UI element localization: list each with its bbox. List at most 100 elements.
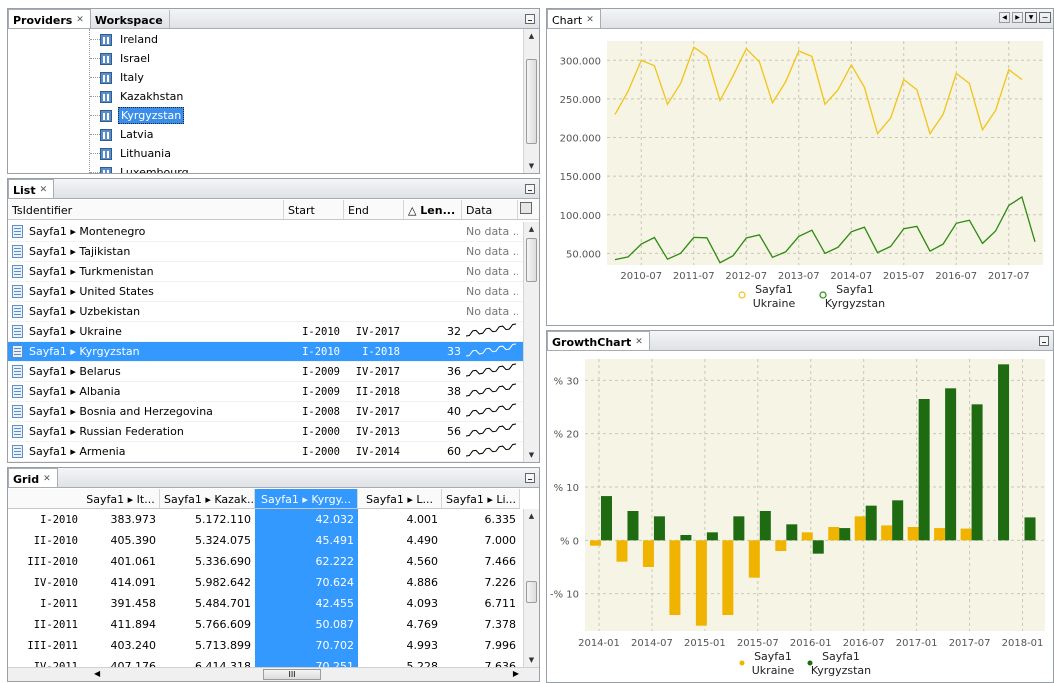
grid-cell[interactable]: 391.458 — [82, 597, 160, 610]
grid-scrollbar[interactable]: ▲ ▼ — [523, 509, 539, 667]
grid-cell[interactable]: 70.624 — [255, 572, 358, 593]
tab-growthchart[interactable]: GrowthChart ✕ — [547, 331, 650, 350]
grid-cell[interactable]: 383.973 — [82, 513, 160, 526]
hscroll-thumb[interactable]: III — [263, 669, 321, 680]
col-data[interactable]: Data — [462, 200, 518, 219]
grid-cell[interactable]: 403.240 — [82, 639, 160, 652]
column-chooser-icon[interactable] — [518, 200, 536, 219]
list-row[interactable]: Sayfa1 ▸ Armenia I-2000 IV-2014 60 — [8, 442, 525, 462]
close-icon[interactable]: ✕ — [43, 474, 51, 484]
grid-cell[interactable]: 411.894 — [82, 618, 160, 631]
providers-scrollbar[interactable]: ▲ ▼ — [523, 29, 539, 173]
grid-cell[interactable]: 7.000 — [442, 534, 520, 547]
grid-cell[interactable]: 5.172.110 — [160, 513, 255, 526]
tab-grid[interactable]: Grid ✕ — [8, 468, 58, 487]
grid-cell[interactable]: 4.490 — [358, 534, 442, 547]
scroll-thumb[interactable] — [526, 581, 537, 603]
grid-cell[interactable]: 70.702 — [255, 635, 358, 656]
grid-cell[interactable]: 50.087 — [255, 614, 358, 635]
list-row[interactable]: Sayfa1 ▸ Turkmenistan No data ... — [8, 262, 525, 282]
grid-cell[interactable]: 6.335 — [442, 513, 520, 526]
minimize-button[interactable] — [1039, 336, 1049, 346]
close-icon[interactable]: ✕ — [586, 15, 594, 25]
close-icon[interactable]: ✕ — [635, 337, 643, 347]
grid-column-header[interactable]: Sayfa1 ▸ Kazak... — [160, 489, 255, 508]
list-scrollbar[interactable]: ▲ ▼ — [523, 222, 539, 462]
tree-item[interactable]: Lithuania — [100, 144, 173, 163]
scroll-up-icon[interactable]: ▲ — [524, 222, 539, 236]
scroll-down-icon[interactable]: ▼ — [524, 448, 539, 462]
scroll-thumb[interactable] — [526, 59, 537, 144]
list-row[interactable]: Sayfa1 ▸ Uzbekistan No data ... — [8, 302, 525, 322]
scroll-down-icon[interactable]: ▼ — [524, 159, 539, 173]
grid-hscrollbar[interactable]: ◀ III ▶ — [8, 667, 539, 681]
tab-providers[interactable]: Providers ✕ — [8, 9, 91, 28]
list-row[interactable]: Sayfa1 ▸ Ukraine I-2010 IV-2017 32 — [8, 322, 525, 342]
col-tsidentifier[interactable]: TsIdentifier — [8, 200, 284, 219]
list-row[interactable]: Sayfa1 ▸ United States No data ... — [8, 282, 525, 302]
minimize-button[interactable] — [525, 14, 535, 24]
grid-cell[interactable]: 5.982.642 — [160, 576, 255, 589]
grid-cell[interactable]: 7.378 — [442, 618, 520, 631]
grid-cell[interactable]: 5.324.075 — [160, 534, 255, 547]
col-length[interactable]: △ Len... — [404, 200, 462, 219]
tree-item[interactable]: Israel — [100, 49, 152, 68]
grid-cell[interactable]: 5.766.609 — [160, 618, 255, 631]
scroll-thumb[interactable] — [526, 238, 537, 282]
tree-item[interactable]: Luxembourg — [100, 163, 191, 173]
grid-cell[interactable]: 4.093 — [358, 597, 442, 610]
grid-cell[interactable]: 401.061 — [82, 555, 160, 568]
tab-list[interactable]: List ✕ — [8, 179, 55, 198]
tab-workspace[interactable]: Workspace — [91, 10, 170, 28]
col-end[interactable]: End — [344, 200, 404, 219]
close-icon[interactable]: ✕ — [40, 185, 48, 195]
grid-cell[interactable]: 405.390 — [82, 534, 160, 547]
grid-cell[interactable]: 4.769 — [358, 618, 442, 631]
scroll-up-icon[interactable]: ▲ — [524, 509, 539, 523]
grid-cell[interactable]: 5.336.690 — [160, 555, 255, 568]
scroll-left-icon[interactable]: ◀ — [94, 669, 100, 678]
grid-cell[interactable]: 62.222 — [255, 551, 358, 572]
list-row[interactable]: Sayfa1 ▸ Kyrgyzstan I-2010 I-2018 33 — [8, 342, 525, 362]
list-row[interactable]: Sayfa1 ▸ Bosnia and Herzegovina I-2008 IV-… — [8, 402, 525, 422]
scroll-right-icon[interactable]: ▶ — [513, 669, 519, 678]
grid-cell[interactable]: 42.032 — [255, 509, 358, 530]
grid-cell[interactable]: 7.466 — [442, 555, 520, 568]
scroll-down-icon[interactable]: ▼ — [524, 653, 539, 667]
grid-cell[interactable]: 4.993 — [358, 639, 442, 652]
tab-chart[interactable]: Chart ✕ — [547, 9, 601, 28]
list-row[interactable]: Sayfa1 ▸ Montenegro No data ... — [8, 222, 525, 242]
minimize-icon[interactable]: − — [1039, 12, 1051, 23]
grid-column-header[interactable]: Sayfa1 ▸ It... — [82, 489, 160, 508]
minimize-button[interactable] — [525, 473, 535, 483]
col-start[interactable]: Start — [284, 200, 344, 219]
list-row[interactable]: Sayfa1 ▸ Tajikistan No data ... — [8, 242, 525, 262]
tree-item[interactable]: Latvia — [100, 125, 156, 144]
nav-left-icon[interactable]: ◀ — [999, 12, 1010, 23]
scroll-up-icon[interactable]: ▲ — [524, 29, 539, 43]
grid-cell[interactable]: 5.713.899 — [160, 639, 255, 652]
grid-cell[interactable]: 7.226 — [442, 576, 520, 589]
list-row[interactable]: Sayfa1 ▸ Albania I-2009 II-2018 38 — [8, 382, 525, 402]
grid-cell[interactable]: 42.455 — [255, 593, 358, 614]
tree-item[interactable]: Kyrgyzstan — [100, 106, 185, 125]
grid-cell[interactable]: 414.091 — [82, 576, 160, 589]
tree-item[interactable]: Kazakhstan — [100, 87, 185, 106]
grid-cell[interactable]: 4.560 — [358, 555, 442, 568]
grid-cell[interactable]: 45.491 — [255, 530, 358, 551]
tree-item[interactable]: Ireland — [100, 30, 160, 49]
nav-right-icon[interactable]: ▶ — [1012, 12, 1023, 23]
list-row[interactable]: Sayfa1 ▸ Russian Federation I-2000 IV-2013… — [8, 422, 525, 442]
grid-cell[interactable]: 4.886 — [358, 576, 442, 589]
grid-column-header[interactable]: Sayfa1 ▸ Li... — [442, 489, 520, 508]
minimize-button[interactable] — [525, 184, 535, 194]
grid-cell[interactable]: 7.996 — [442, 639, 520, 652]
grid-column-header[interactable]: Sayfa1 ▸ Kyrgy... — [255, 489, 358, 508]
close-icon[interactable]: ✕ — [76, 15, 84, 25]
grid-cell[interactable]: 6.711 — [442, 597, 520, 610]
tree-item[interactable]: Italy — [100, 68, 146, 87]
grid-column-header[interactable]: Sayfa1 ▸ L... — [358, 489, 442, 508]
grid-cell[interactable]: 4.001 — [358, 513, 442, 526]
grid-cell[interactable]: 5.484.701 — [160, 597, 255, 610]
list-row[interactable]: Sayfa1 ▸ Belarus I-2009 IV-2017 36 — [8, 362, 525, 382]
